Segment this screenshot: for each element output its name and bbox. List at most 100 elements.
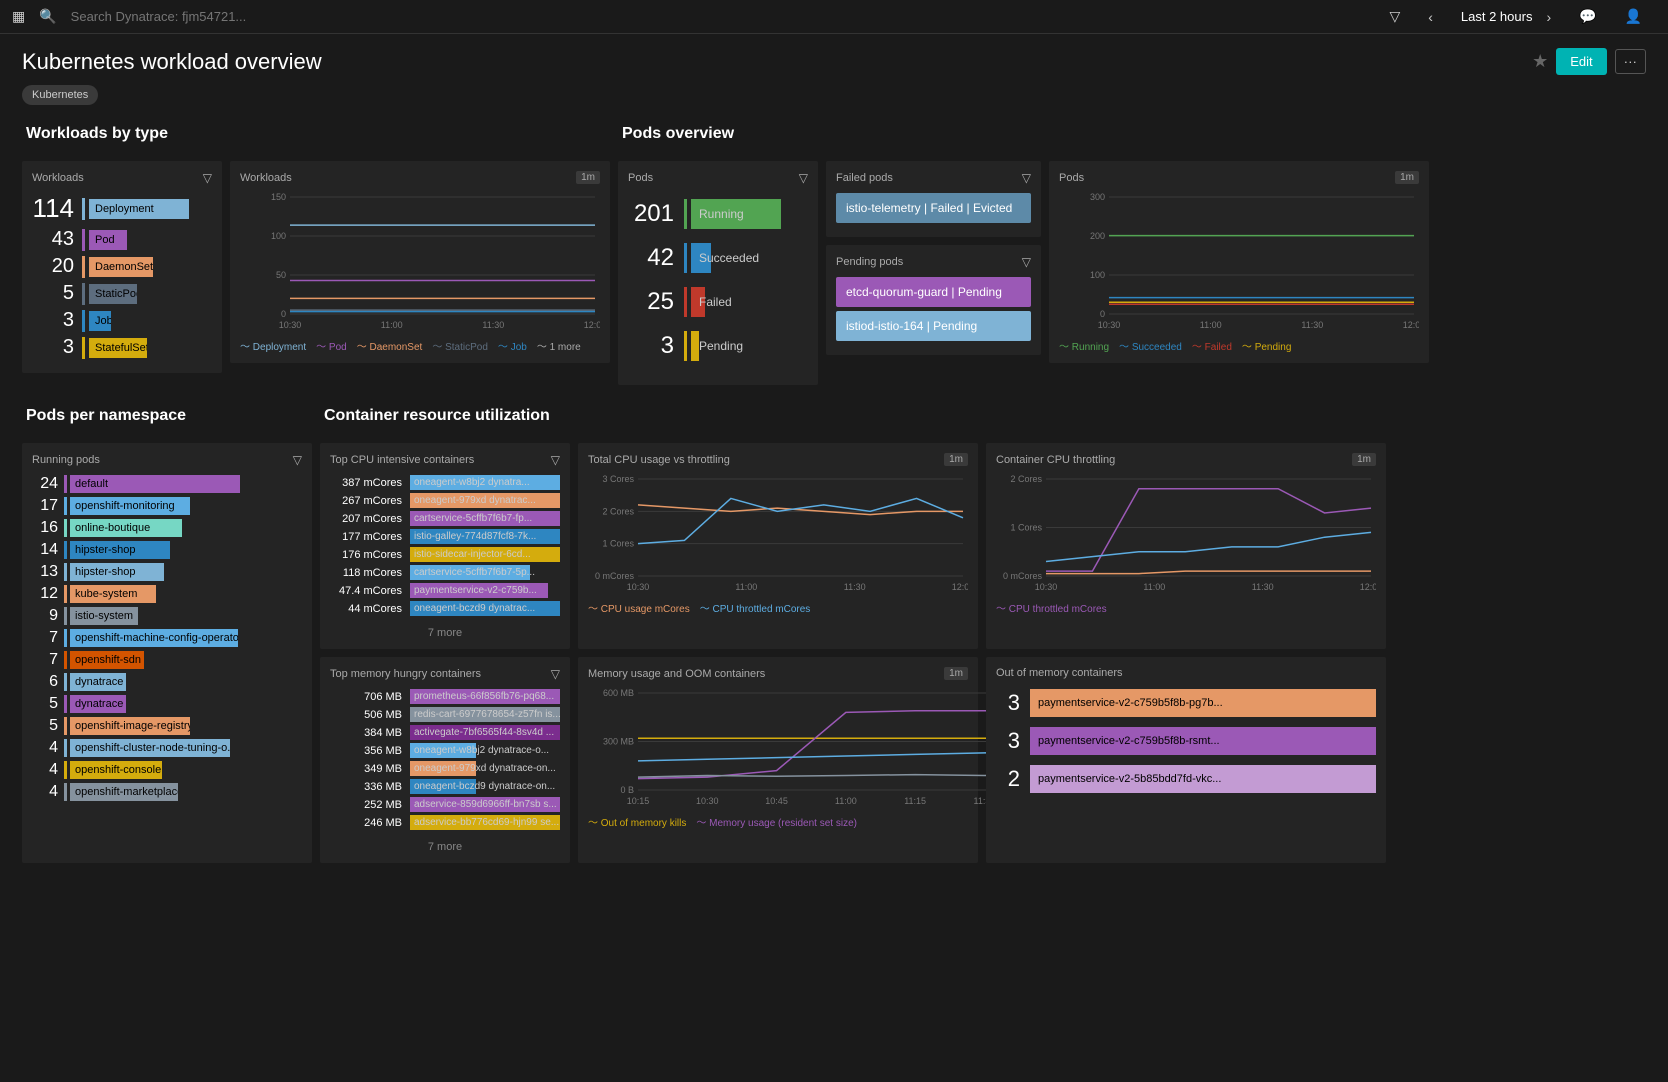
container-row[interactable]: 118 mCores cartservice-5cffb7f6b7-5p... [330,565,560,580]
legend-item[interactable]: Running [1059,338,1109,353]
namespace-bar: istio-system [70,607,138,625]
filter-icon[interactable]: ▽ [1389,8,1400,25]
namespace-row[interactable]: 5 dynatrace [32,695,302,713]
legend-item[interactable]: CPU throttled mCores [996,600,1107,615]
page-header: Kubernetes workload overview ★ Edit ··· [0,34,1668,79]
workload-row[interactable]: 43 Pod [32,228,212,251]
container-row[interactable]: 706 MB prometheus-66f856fb76-pq68... [330,689,560,704]
container-row[interactable]: 387 mCores oneagent-w8bj2 dynatra... [330,475,560,490]
container-row[interactable]: 384 MB activegate-7bf6565f44-8sv4d ... [330,725,560,740]
namespace-row[interactable]: 4 openshift-console [32,761,302,779]
container-row[interactable]: 267 mCores oneagent-979xd dynatrac... [330,493,560,508]
namespace-row[interactable]: 16 online-boutique [32,519,302,537]
container-row[interactable]: 207 mCores cartservice-5cffb7f6b7-fp... [330,511,560,526]
container-row[interactable]: 246 MB adservice-bb776cd69-hjn99 se... [330,815,560,830]
filter-icon[interactable]: ▽ [293,453,302,467]
container-row[interactable]: 176 mCores istio-sidecar-injector-6cd... [330,547,560,562]
tile-mem-usage: Memory usage and OOM containers1m 0 B300… [578,657,978,863]
namespace-row[interactable]: 7 openshift-machine-config-operator [32,629,302,647]
search-icon[interactable]: 🔍 [39,8,56,25]
workload-row[interactable]: 5 StaticPod [32,282,212,305]
namespace-row[interactable]: 9 istio-system [32,607,302,625]
edit-button[interactable]: Edit [1556,48,1606,75]
container-row[interactable]: 44 mCores oneagent-bczd9 dynatrac... [330,601,560,616]
container-row[interactable]: 349 MB oneagent-979xd dynatrace-on... [330,761,560,776]
container-row[interactable]: 336 MB oneagent-bczd9 dynatrace-on... [330,779,560,794]
legend-item[interactable]: Out of memory kills [588,814,686,829]
workload-row[interactable]: 114 Deployment [32,193,212,224]
namespace-row[interactable]: 4 openshift-marketplace [32,783,302,801]
container-row[interactable]: 47.4 mCores paymentservice-v2-c759b... [330,583,560,598]
tile-title: Top memory hungry containers [330,668,481,680]
legend-item[interactable]: Deployment [240,338,306,353]
namespace-bar: openshift-monitoring [70,497,190,515]
legend-item[interactable]: Memory usage (resident set size) [696,814,857,829]
pod-status-row[interactable]: 42 Succeeded [628,243,808,273]
timeframe-label[interactable]: Last 2 hours [1461,9,1533,24]
oom-row[interactable]: 2 paymentservice-v2-5b85bdd7fd-vkc... [996,765,1376,793]
svg-text:600 MB: 600 MB [603,688,634,698]
workload-bar: StatefulSet [89,338,147,358]
namespace-row[interactable]: 14 hipster-shop [32,541,302,559]
legend-item[interactable]: Pod [316,338,347,353]
timeframe-next-icon[interactable]: › [1546,9,1551,25]
search-input[interactable] [71,9,371,24]
chat-icon[interactable]: 💬 [1579,8,1596,25]
legend-item[interactable]: Succeeded [1119,338,1182,353]
legend-item[interactable]: StaticPod [432,338,488,353]
namespace-row[interactable]: 7 openshift-sdn [32,651,302,669]
container-row[interactable]: 356 MB oneagent-w8bj2 dynatrace-o... [330,743,560,758]
oom-row[interactable]: 3 paymentservice-v2-c759b5f8b-rsmt... [996,727,1376,755]
container-row[interactable]: 177 mCores istio-galley-774d87fcf8-7k... [330,529,560,544]
workload-count: 114 [32,193,82,224]
container-row[interactable]: 252 MB adservice-859d6966ff-bn7sb s... [330,797,560,812]
filter-icon[interactable]: ▽ [551,667,560,681]
namespace-row[interactable]: 12 kube-system [32,585,302,603]
legend-item[interactable]: Pending [1242,338,1291,353]
container-label: oneagent-979xd dynatrace-on... [410,763,556,774]
favorite-icon[interactable]: ★ [1532,51,1548,72]
pod-status-row[interactable]: 3 Pending [628,331,808,361]
filter-icon[interactable]: ▽ [203,171,212,185]
user-icon[interactable]: 👤 [1625,8,1642,25]
svg-text:100: 100 [1090,270,1105,280]
workload-row[interactable]: 20 DaemonSet [32,255,212,278]
legend-item[interactable]: DaemonSet [357,338,423,353]
namespace-row[interactable]: 17 openshift-monitoring [32,497,302,515]
filter-icon[interactable]: ▽ [1022,171,1031,185]
more-link[interactable]: 7 more [330,833,560,853]
legend-item[interactable]: Job [498,338,527,353]
svg-text:12:00: 12:00 [584,320,600,330]
workload-row[interactable]: 3 Job [32,309,212,332]
legend-item[interactable]: CPU usage mCores [588,600,690,615]
workload-bar: DaemonSet [89,257,153,277]
namespace-count: 24 [32,475,64,493]
tag-chip-kubernetes[interactable]: Kubernetes [22,85,98,105]
pod-status-row[interactable]: 25 Failed [628,287,808,317]
namespace-row[interactable]: 4 openshift-cluster-node-tuning-o... [32,739,302,757]
namespace-row[interactable]: 13 hipster-shop [32,563,302,581]
legend-item[interactable]: CPU throttled mCores [700,600,811,615]
namespace-row[interactable]: 5 openshift-image-registry [32,717,302,735]
oom-label: paymentservice-v2-5b85bdd7fd-vkc... [1030,765,1376,793]
namespace-row[interactable]: 6 dynatrace [32,673,302,691]
svg-text:11:00: 11:00 [735,582,757,592]
more-link[interactable]: 7 more [330,619,560,639]
container-row[interactable]: 506 MB redis-cart-6977678654-z57fn is... [330,707,560,722]
tile-title: Workloads [32,172,84,184]
pending-pod-item[interactable]: istiod-istio-164 | Pending [836,311,1031,341]
pending-pod-item[interactable]: etcd-quorum-guard | Pending [836,277,1031,307]
filter-icon[interactable]: ▽ [799,171,808,185]
more-button[interactable]: ··· [1615,49,1646,74]
workload-row[interactable]: 3 StatefulSet [32,336,212,359]
namespace-row[interactable]: 24 default [32,475,302,493]
filter-icon[interactable]: ▽ [1022,255,1031,269]
pod-status-row[interactable]: 201 Running [628,199,808,229]
oom-row[interactable]: 3 paymentservice-v2-c759b5f8b-pg7b... [996,689,1376,717]
legend-item[interactable]: Failed [1192,338,1232,353]
failed-pod-item[interactable]: istio-telemetry | Failed | Evicted [836,193,1031,223]
filter-icon[interactable]: ▽ [551,453,560,467]
legend-more[interactable]: 1 more [537,338,581,353]
timeframe-prev-icon[interactable]: ‹ [1428,9,1433,25]
app-switcher-icon[interactable]: ▦ [12,8,25,25]
